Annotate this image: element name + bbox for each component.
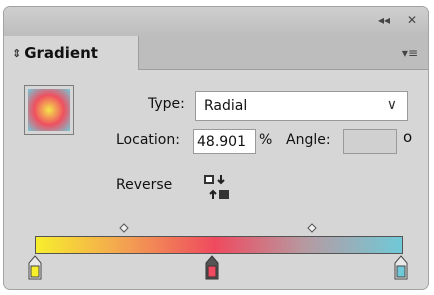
location-label: Location: (116, 132, 180, 148)
gradient-preview-fill (28, 89, 70, 131)
midpoint-diamond-left[interactable] (119, 223, 129, 233)
midpoint-diamond-right[interactable] (307, 223, 317, 233)
close-panel-icon[interactable]: ✕ (407, 13, 417, 27)
degree-symbol: o (403, 128, 413, 146)
reverse-gradient-icon[interactable] (203, 172, 231, 202)
gradient-slider[interactable] (35, 236, 403, 254)
location-input-value: 48.901 (197, 133, 246, 150)
type-select[interactable]: Radial ∨ (195, 91, 408, 121)
panel-titlebar: ◂◂ ✕ (4, 7, 428, 37)
collapse-panel-icon[interactable]: ◂◂ (378, 13, 390, 27)
reverse-label: Reverse (116, 177, 173, 193)
color-stop-end[interactable] (394, 255, 408, 280)
tab-gradient[interactable]: ⇕ Gradient (4, 36, 139, 70)
tab-arrows-icon: ⇕ (12, 46, 22, 60)
angle-label: Angle: (286, 132, 331, 148)
location-input[interactable]: 48.901 (193, 129, 256, 154)
type-select-value: Radial (204, 98, 248, 114)
panel-tabbar: ⇕ Gradient ▾≡ (4, 36, 428, 70)
gradient-preview-icon[interactable] (24, 85, 74, 135)
type-label: Type: (148, 96, 185, 112)
panel-menu-icon[interactable]: ▾≡ (402, 46, 418, 60)
tab-gradient-label: Gradient (24, 44, 98, 62)
chevron-down-icon: ∨ (386, 97, 397, 113)
angle-input[interactable] (343, 129, 397, 154)
color-stop-start[interactable] (28, 255, 42, 280)
percent-sign: % (259, 132, 273, 148)
color-stop-middle[interactable] (205, 255, 219, 280)
